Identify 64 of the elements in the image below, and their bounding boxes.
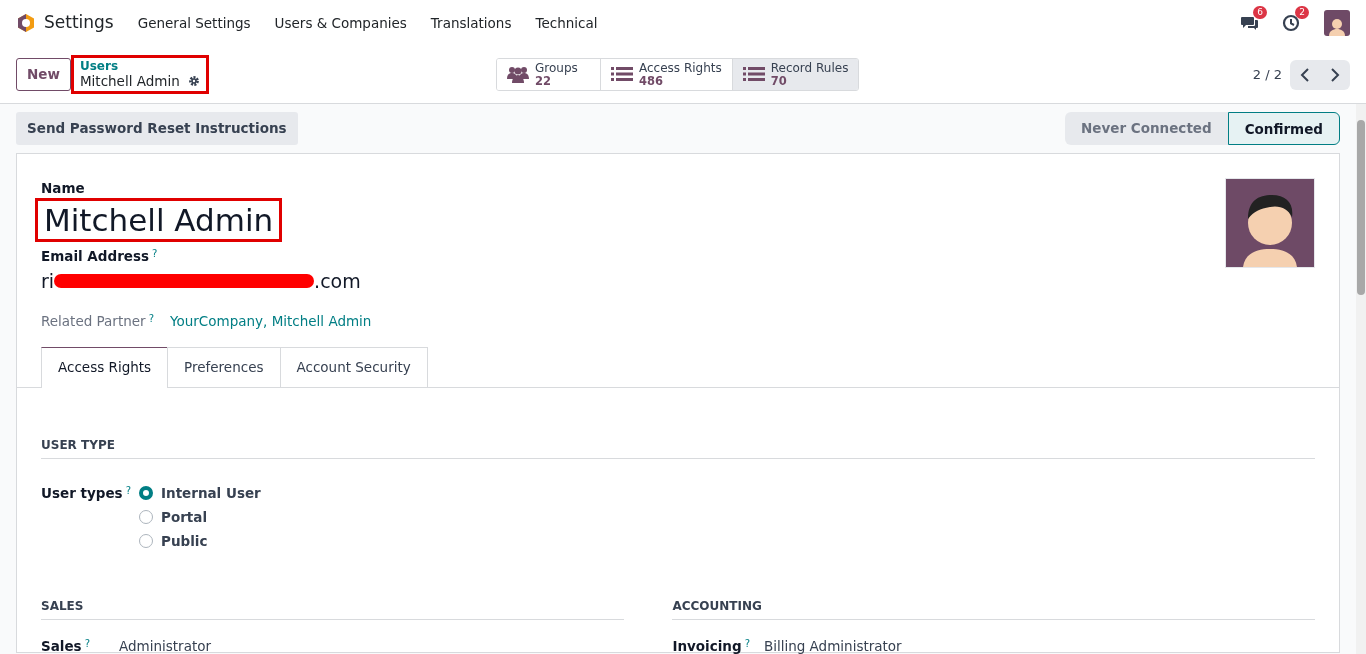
chat-icon[interactable]: [1240, 14, 1258, 32]
smart-button-count: 486: [639, 74, 664, 88]
radio-label[interactable]: Internal User: [161, 482, 261, 503]
field-label: Related Partner: [41, 312, 146, 332]
radio-button[interactable]: [139, 534, 153, 549]
scrollbar[interactable]: [1356, 104, 1366, 654]
list-icon: [742, 65, 765, 84]
field-value[interactable]: Administrator: [119, 636, 212, 654]
pager-value[interactable]: 2 / 2: [1252, 64, 1282, 85]
help-tooltip-icon[interactable]: ?: [148, 311, 154, 332]
help-tooltip-icon[interactable]: ?: [744, 636, 750, 654]
field-label: User types: [41, 483, 123, 503]
section-title: USER TYPE: [41, 435, 1315, 459]
record-title: Mitchell Admin: [79, 73, 180, 90]
chevron-left-icon: [1299, 66, 1311, 83]
next-button[interactable]: [1320, 59, 1350, 90]
scrollbar-thumb[interactable]: [1357, 120, 1365, 295]
users-icon: [507, 65, 529, 84]
field-value[interactable]: Billing Administrator: [763, 636, 902, 654]
menu-item[interactable]: General Settings: [137, 12, 251, 34]
help-tooltip-icon[interactable]: ?: [84, 636, 90, 654]
chevron-right-icon: [1329, 66, 1341, 83]
new-button[interactable]: New: [16, 58, 71, 91]
list-icon: [611, 65, 633, 84]
app-logo-icon[interactable]: [16, 13, 36, 33]
smart-button-label: Groups: [535, 61, 578, 75]
section-title: ACCOUNTING: [672, 597, 1315, 621]
tab[interactable]: Account Security: [279, 347, 428, 387]
clock-icon[interactable]: [1282, 14, 1300, 32]
radio-button[interactable]: [139, 509, 153, 524]
field-label: Invoicing: [672, 637, 742, 654]
breadcrumb-link[interactable]: Users: [79, 59, 200, 73]
section-title: SALES: [41, 597, 625, 621]
reset-password-button[interactable]: Send Password Reset Instructions: [16, 112, 298, 145]
smart-button[interactable]: Groups 22: [497, 58, 601, 91]
smart-button-label: Access Rights: [639, 61, 722, 75]
field-label: Email Address: [41, 247, 149, 267]
email-value: .com: [314, 268, 361, 294]
partner-link[interactable]: YourCompany, Mitchell Admin: [170, 311, 372, 332]
previous-button[interactable]: [1290, 59, 1320, 90]
tab[interactable]: Access Rights: [41, 347, 169, 388]
record-name: Mitchell Admin: [44, 203, 274, 238]
field-label: Sales: [41, 637, 82, 654]
smart-button-count: 22: [535, 74, 551, 88]
menu-item[interactable]: Translations: [430, 12, 512, 34]
menu-item[interactable]: Technical: [535, 12, 598, 34]
smart-button[interactable]: Record Rules 70: [732, 58, 859, 91]
user-avatar[interactable]: [1324, 10, 1350, 36]
help-tooltip-icon[interactable]: ?: [125, 482, 131, 552]
notification-badge: 6: [1253, 6, 1267, 19]
smart-button-count: 70: [770, 74, 788, 88]
gear-icon[interactable]: [187, 75, 200, 88]
help-tooltip-icon[interactable]: ?: [152, 246, 158, 262]
email-value: ri: [41, 268, 55, 294]
radio-label[interactable]: Portal: [161, 506, 208, 528]
notification-badge: 2: [1295, 6, 1309, 19]
field-label: Name: [41, 179, 86, 198]
smart-button-label: Record Rules: [770, 61, 849, 75]
app-name[interactable]: Settings: [44, 10, 114, 36]
radio-label[interactable]: Public: [161, 531, 208, 552]
status-stage[interactable]: Confirmed: [1227, 112, 1340, 145]
status-stage[interactable]: Never Connected: [1065, 112, 1228, 145]
radio-button[interactable]: [139, 485, 153, 500]
menu-item[interactable]: Users & Companies: [274, 12, 407, 34]
